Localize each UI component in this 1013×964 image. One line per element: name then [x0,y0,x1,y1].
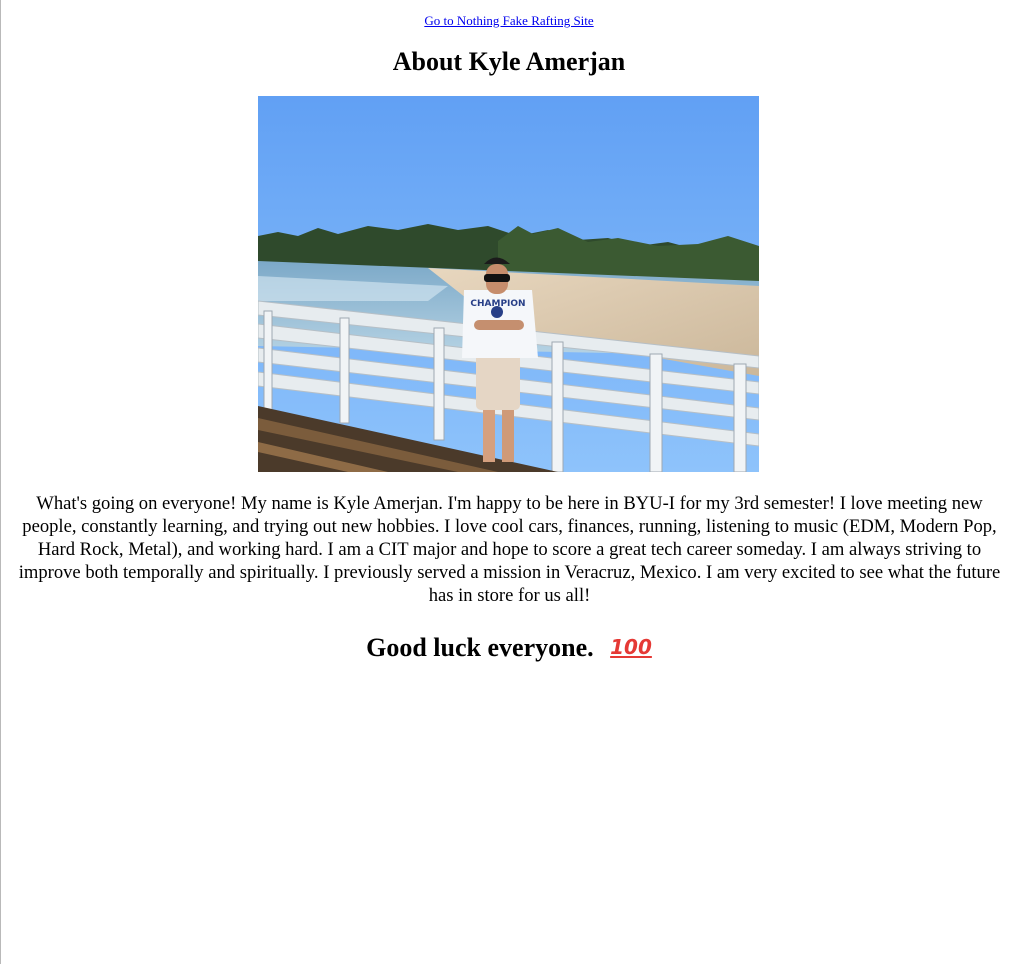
beach-pier-photo: CHAMPION [258,96,759,472]
page-title: About Kyle Amerjan [392,47,626,76]
rafting-site-link[interactable]: Go to Nothing Fake Rafting Site [424,13,593,28]
closing-text: Good luck everyone. [366,633,594,662]
closing-heading: Good luck everyone. 100 [1,630,1013,665]
page: Go to Nothing Fake Rafting Site About Ky… [1,0,1013,964]
nav-link-container: Go to Nothing Fake Rafting Site [1,13,1013,29]
hundred-points-icon: 100 [610,635,652,659]
profile-photo: CHAMPION [258,96,759,472]
bio-paragraph: What's going on everyone! My name is Kyl… [18,493,1001,606]
